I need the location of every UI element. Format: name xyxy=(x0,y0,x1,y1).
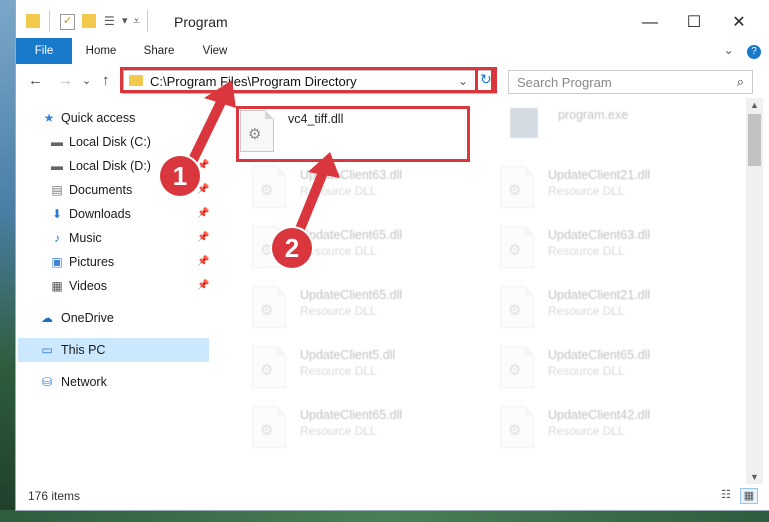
annotation-arrow-1 xyxy=(185,91,229,171)
annotation-arrow-2 xyxy=(293,165,329,239)
annotation-arrowhead-2 xyxy=(308,152,340,178)
step-1-badge: 1 xyxy=(160,156,200,196)
annotation-arrows xyxy=(185,80,340,239)
step-2-badge: 2 xyxy=(272,228,312,268)
